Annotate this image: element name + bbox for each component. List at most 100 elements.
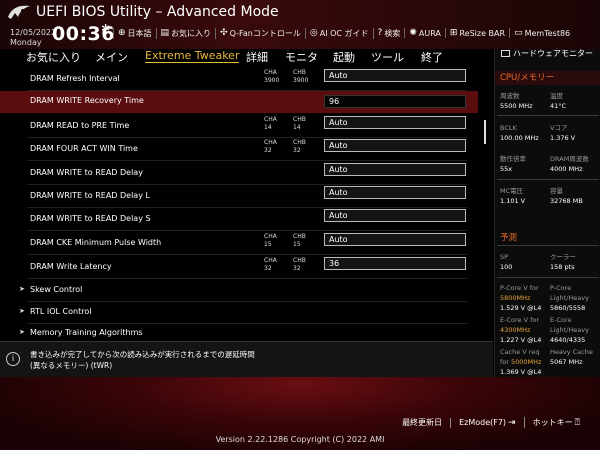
row-divider [27, 230, 467, 231]
cha-value: 3900 [264, 77, 280, 84]
setting-row-dram-cke-minimum-pulse-width[interactable]: DRAM CKE Minimum Pulse Width CHA 15 CHB 15… [0, 233, 478, 257]
cha-value: 32 [264, 265, 272, 272]
vcore-value: 1.376 V [550, 134, 576, 142]
toolbar-favorites-label: お気に入り [171, 28, 212, 38]
setting-value-field[interactable]: Auto [324, 116, 466, 129]
hw-divider [497, 277, 599, 278]
exit-arrow-icon: ⇥ [508, 417, 516, 428]
ratio-readout: 動作倍率 55x [500, 154, 550, 174]
cpu-temperature-label: 温度 [550, 92, 563, 100]
setting-row-dram-write-latency[interactable]: DRAM Write Latency CHA 32 CHB 32 36 [0, 257, 478, 281]
chb-label: CHB [293, 139, 306, 146]
tab-boot[interactable]: 起動 [333, 49, 355, 65]
ecore-light-heavy-readout: E-Core Light/Heavy 4640/4335 [550, 315, 600, 345]
setting-label: DRAM FOUR ACT WIN Time [30, 144, 138, 153]
row-divider [27, 160, 467, 161]
ezmode-button[interactable]: EzMode(F7) ⇥ [450, 417, 524, 428]
chb-readout: CHB 15 [293, 233, 315, 249]
setting-value-field[interactable]: Auto [324, 139, 466, 152]
cha-readout: CHA 3900 [264, 69, 286, 85]
toolbar-language-button[interactable]: ⊕ 日本語 [113, 27, 156, 39]
app-title: UEFI BIOS Utility – Advanced Mode [36, 4, 279, 20]
setting-value-field[interactable]: 36 [324, 257, 466, 270]
help-panel: i 書き込みが完了してから次の読み込みが実行されるまでの遅延時間 (異なるメモリ… [0, 341, 493, 377]
setting-row-dram-write-to-read-delay-s[interactable]: DRAM WRITE to READ Delay S Auto [0, 209, 478, 233]
hardware-monitor-panel: ハードウェアモニター CPU/メモリー 周波数 5500 MHz 温度 41°C B… [494, 49, 600, 377]
toolbar-qfan-button[interactable]: ✣ Q-Fanコントロール [215, 27, 305, 39]
settings-scrollbar[interactable] [484, 120, 486, 144]
hardware-monitor-title: ハードウェアモニター [501, 49, 599, 59]
cpu-temperature-value: 41°C [550, 102, 567, 110]
toolbar: ⊕ 日本語 ▤ お気に入り ✣ Q-Fanコントロール ◎ AI OC ガイド ? 検索 … [113, 26, 574, 40]
chb-value: 15 [293, 241, 301, 248]
cha-label: CHA [264, 233, 277, 240]
heavy-cache-readout: Heavy Cache 5067 MHz [550, 347, 600, 367]
setting-value-field[interactable]: Auto [324, 186, 466, 199]
heavy-cache-label: Heavy Cache [550, 348, 593, 356]
cpu-memory-section-title: CPU/メモリー [495, 71, 600, 85]
help-text-line2: (異なるメモリー) (tWR) [30, 361, 113, 370]
hotkeys-button[interactable]: ホットキー ⍰ [523, 417, 588, 428]
search-icon: ? [377, 28, 383, 38]
cpu-frequency-readout: 周波数 5500 MHz [500, 91, 550, 111]
rog-logo-icon [8, 5, 30, 19]
last-modified-button[interactable]: 最終更新日 [394, 417, 450, 428]
ecore-lh-value: 4640/4335 [550, 336, 586, 344]
setting-value-field[interactable]: Auto [324, 69, 466, 82]
cha-value: 15 [264, 241, 272, 248]
setting-value-field[interactable]: 96 [324, 95, 466, 108]
clock-settings-gear-icon[interactable]: ✲ [101, 22, 110, 35]
ecore-v-label: E-Core V for [500, 316, 540, 324]
main-tab-bar: お気に入り メイン Extreme Tweaker 詳細 モニタ 起動 ツール … [0, 49, 493, 67]
hw-divider [497, 115, 599, 116]
submenu-skew-control[interactable]: ➤ Skew Control [0, 282, 478, 304]
pcore-v-readout: P-Core V for 5800MHz 1.529 V @L4 [500, 283, 550, 313]
chb-label: CHB [293, 69, 306, 76]
toolbar-ai-oc-button[interactable]: ◎ AI OC ガイド [304, 27, 373, 39]
tab-main[interactable]: メイン [95, 49, 128, 65]
submenu-memory-training-algorithms[interactable]: ➤ Memory Training Algorithms [0, 325, 478, 340]
tab-tool[interactable]: ツール [371, 49, 404, 65]
setting-row-dram-write-recovery-time[interactable]: DRAM WRITE Recovery Time 96 [0, 91, 478, 113]
toolbar-memtest-button[interactable]: ▭ MemTest86 [509, 28, 574, 38]
resize-bar-icon: ⊞ [449, 28, 458, 38]
chb-value: 14 [293, 124, 301, 131]
ecore-v-value: 1.227 V @L4 [500, 336, 542, 344]
hw-divider [497, 179, 599, 180]
date-text: 12/05/2022 [10, 28, 57, 37]
dram-frequency-value: 4000 MHz [550, 165, 583, 173]
toolbar-search-button[interactable]: ? 検索 [372, 27, 405, 39]
hardware-monitor-title-text: ハードウェアモニター [513, 49, 593, 58]
setting-value-field[interactable]: Auto [324, 233, 466, 246]
tab-exit[interactable]: 終了 [421, 49, 443, 65]
row-divider [27, 323, 467, 324]
setting-value-field[interactable]: Auto [324, 163, 466, 176]
setting-row-dram-four-act-win-time[interactable]: DRAM FOUR ACT WIN Time CHA 32 CHB 32 Auto [0, 139, 478, 163]
setting-value-field[interactable]: Auto [324, 209, 466, 222]
tab-advanced[interactable]: 詳細 [246, 49, 268, 65]
pcore-light-heavy-readout: P-Core Light/Heavy 5860/5558 [550, 283, 600, 313]
tab-monitor[interactable]: モニタ [285, 49, 318, 65]
tab-extreme-tweaker[interactable]: Extreme Tweaker [145, 49, 240, 63]
toolbar-resize-bar-button[interactable]: ⊞ ReSize BAR [444, 28, 509, 38]
tab-favorites[interactable]: お気に入り [26, 49, 81, 65]
submenu-label: Memory Training Algorithms [30, 328, 143, 337]
toolbar-aura-button[interactable]: ✺ AURA [404, 28, 445, 38]
cha-value: 14 [264, 124, 272, 131]
globe-icon: ⊕ [118, 28, 126, 38]
cpu-temperature-readout: 温度 41°C [550, 91, 600, 111]
setting-row-dram-write-to-read-delay[interactable]: DRAM WRITE to READ Delay Auto [0, 163, 478, 187]
setting-row-dram-write-to-read-delay-l[interactable]: DRAM WRITE to READ Delay L Auto [0, 186, 478, 210]
cpu-frequency-label: 周波数 [500, 92, 520, 100]
ecore-lh-label2: Light/Heavy [550, 326, 589, 334]
submenu-rtl-iol-control[interactable]: ➤ RTL IOL Control [0, 304, 478, 326]
setting-row-dram-refresh-interval[interactable]: DRAM Refresh Interval CHA 3900 CHB 3900 Au… [0, 69, 478, 93]
cache-v-value: 1.369 V @L4 [500, 368, 542, 376]
ecore-v-frequency: 4300MHz [500, 326, 531, 334]
mc-voltage-value: 1.101 V [500, 197, 526, 205]
cache-v-readout: Cache V req for 5000MHz 1.369 V @L4 [500, 347, 550, 377]
chb-label: CHB [293, 116, 306, 123]
toolbar-favorites-button[interactable]: ▤ お気に入り [155, 27, 216, 39]
pcore-v-value: 1.529 V @L4 [500, 304, 542, 312]
setting-row-dram-read-to-pre-time[interactable]: DRAM READ to PRE Time CHA 14 CHB 14 Auto [0, 116, 478, 140]
